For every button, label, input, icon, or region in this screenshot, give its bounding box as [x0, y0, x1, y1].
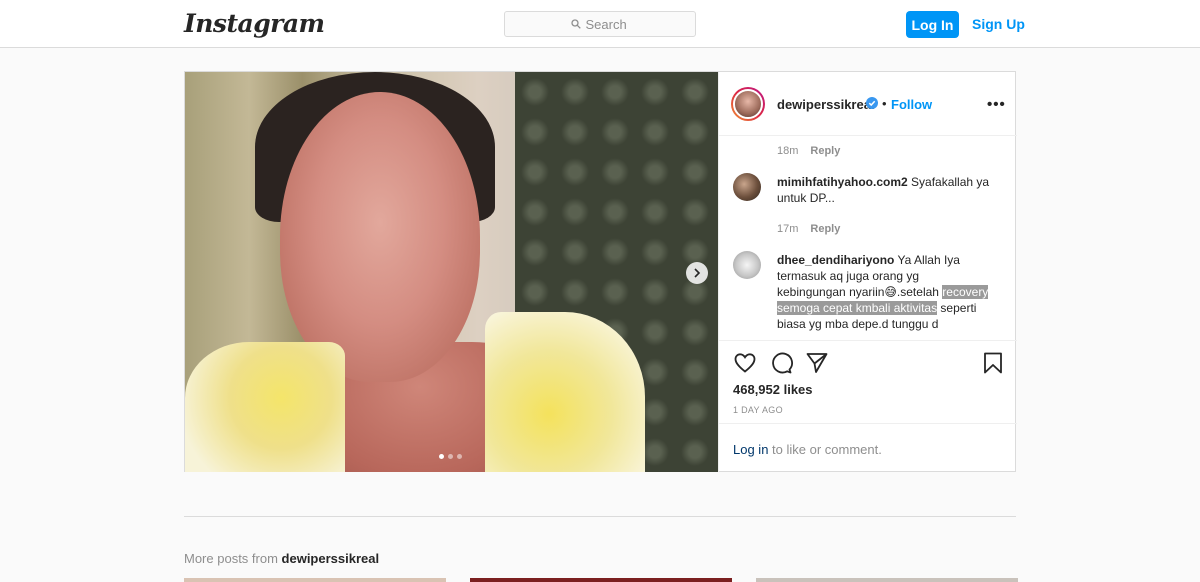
post-header: dewiperssikreal • Follow ••• — [719, 72, 1017, 136]
comment-meta: 17m Reply — [777, 223, 840, 235]
more-options-icon[interactable]: ••• — [987, 96, 1006, 113]
section-divider — [184, 516, 1016, 517]
post-card: dewiperssikreal • Follow ••• 18m Reply mi… — [184, 71, 1017, 472]
more-posts-prefix: More posts from — [184, 551, 282, 566]
author-username[interactable]: dewiperssikreal — [777, 97, 875, 112]
comment-time: 18m — [777, 145, 799, 157]
more-posts-heading: More posts from dewiperssikreal — [184, 551, 379, 566]
carousel-dot — [439, 454, 444, 459]
carousel-dot — [448, 454, 453, 459]
signup-link[interactable]: Sign Up — [972, 16, 1025, 32]
top-navbar: Instagram Log In Sign Up — [0, 0, 1200, 48]
login-prompt: Log in to like or comment. — [719, 423, 1017, 472]
comment-time: 17m — [777, 223, 799, 235]
login-prompt-text: to like or comment. — [768, 442, 882, 457]
comments-list[interactable]: 18m Reply mimihfatihyahoo.com2 Syafakalla… — [719, 136, 1017, 340]
carousel-next-button[interactable] — [686, 262, 708, 284]
post-photo[interactable] — [185, 72, 718, 472]
comment-text: dhee_dendihariyono Ya Allah Iya termasuk… — [777, 252, 991, 332]
reply-button[interactable]: Reply — [810, 223, 840, 235]
search-icon — [570, 19, 581, 29]
post-timestamp[interactable]: 1 DAY AGO — [733, 405, 783, 415]
instagram-logo[interactable]: Instagram — [184, 9, 325, 38]
comment-meta: 18m Reply — [777, 145, 840, 157]
reply-button[interactable]: Reply — [810, 145, 840, 157]
more-posts-username[interactable]: dewiperssikreal — [282, 551, 380, 566]
commenter-username[interactable]: mimihfatihyahoo.com2 — [777, 175, 908, 189]
post-actions: 468,952 likes 1 DAY AGO — [719, 340, 1017, 430]
login-button[interactable]: Log In — [906, 11, 959, 38]
follow-button[interactable]: Follow — [891, 97, 932, 112]
author-avatar[interactable] — [731, 87, 765, 121]
commenter-username[interactable]: dhee_dendihariyono — [777, 253, 894, 267]
search-input[interactable] — [585, 16, 630, 32]
bookmark-icon[interactable] — [981, 351, 1005, 375]
carousel-indicator — [439, 454, 462, 459]
grid-thumbnail[interactable] — [184, 578, 446, 582]
share-icon[interactable] — [805, 351, 829, 375]
commenter-avatar[interactable] — [733, 251, 761, 279]
heart-icon[interactable] — [733, 351, 757, 375]
search-box[interactable] — [504, 11, 696, 37]
grid-thumbnail[interactable] — [470, 578, 732, 582]
comment-icon[interactable] — [769, 351, 793, 375]
like-count[interactable]: 468,952 likes — [733, 382, 813, 397]
carousel-dot — [457, 454, 462, 459]
login-link[interactable]: Log in — [733, 442, 768, 457]
separator-dot: • — [882, 96, 887, 111]
post-details-panel: dewiperssikreal • Follow ••• 18m Reply mi… — [718, 72, 1017, 472]
commenter-avatar[interactable] — [733, 173, 761, 201]
grid-thumbnail[interactable] — [756, 578, 1018, 582]
comment-text: mimihfatihyahoo.com2 Syafakallah ya untu… — [777, 174, 991, 206]
verified-badge-icon — [866, 97, 878, 109]
chevron-right-icon — [694, 268, 701, 278]
